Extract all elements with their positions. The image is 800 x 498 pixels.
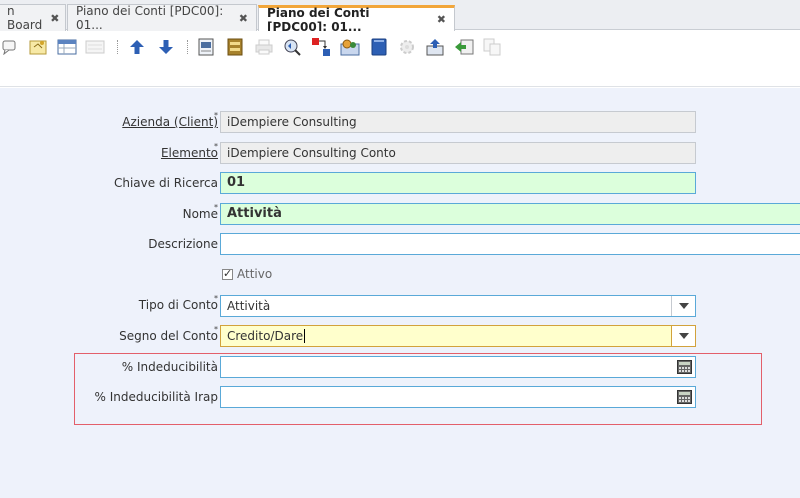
calculator-icon[interactable]: [677, 390, 692, 404]
report-icon[interactable]: [196, 38, 216, 56]
active-checkbox-row[interactable]: Attivo: [222, 267, 272, 281]
up-arrow-icon[interactable]: [127, 38, 147, 56]
note-icon[interactable]: [28, 38, 48, 56]
account-type-value: Attività: [227, 299, 271, 313]
account-sign-select[interactable]: Credito/Dare: [220, 325, 696, 347]
search-key-label: Chiave di Ricerca: [113, 176, 218, 190]
print-icon: [254, 38, 274, 56]
close-icon[interactable]: ✖: [50, 12, 59, 25]
import-icon[interactable]: [454, 38, 474, 56]
account-type-select[interactable]: Attività: [220, 295, 696, 317]
copy-icon: [482, 38, 502, 56]
chat-icon[interactable]: [0, 38, 20, 56]
tab-label: Piano dei Conti [PDC00]: 01...: [76, 4, 224, 32]
account-sign-label: Segno del Conto: [119, 329, 218, 343]
toolbar-separator: [187, 40, 188, 54]
multi-row-icon: [85, 38, 105, 56]
calculator-icon[interactable]: [677, 360, 692, 374]
description-field[interactable]: [220, 233, 800, 255]
nondeductibility-irap-field[interactable]: [220, 386, 696, 408]
down-arrow-icon[interactable]: [156, 38, 176, 56]
chevron-down-icon[interactable]: [671, 296, 695, 316]
required-marker: *: [214, 203, 218, 212]
chevron-down-icon[interactable]: [671, 326, 695, 346]
toolbar-separator: [117, 40, 118, 54]
element-label[interactable]: Elemento: [161, 146, 218, 160]
close-icon[interactable]: ✖: [239, 12, 248, 25]
client-label[interactable]: Azienda (Client): [122, 115, 218, 129]
export-icon[interactable]: [425, 38, 445, 56]
description-label: Descrizione: [148, 237, 218, 251]
active-checkbox[interactable]: [222, 267, 233, 280]
nondeductibility-label: % Indeducibilità: [121, 360, 218, 374]
required-marker: *: [214, 294, 218, 303]
account-sign-value: Credito/Dare: [227, 329, 304, 343]
tab-bar: n Board ✖ Piano dei Conti [PDC00]: 01...…: [0, 0, 800, 34]
request-icon[interactable]: [311, 38, 331, 56]
zoom-across-icon[interactable]: [282, 38, 302, 56]
required-marker: *: [214, 142, 218, 151]
tab-label: Piano dei Conti [PDC00]: 01...: [267, 5, 370, 34]
workflow-icon: [397, 38, 417, 56]
name-label: Nome: [182, 207, 218, 221]
required-marker: *: [214, 111, 218, 120]
attachment-icon[interactable]: [369, 38, 389, 56]
tab-label: n Board: [7, 4, 43, 32]
nondeductibility-irap-label: % Indeducibilità Irap: [94, 390, 218, 404]
tab-dashboard[interactable]: n Board ✖: [0, 4, 66, 32]
element-field[interactable]: iDempiere Consulting Conto: [220, 142, 696, 164]
required-marker: *: [214, 325, 218, 334]
search-key-field[interactable]: 01: [220, 172, 696, 194]
archive-icon[interactable]: [225, 38, 245, 56]
record-form: Azienda (Client) * iDempiere Consulting …: [0, 88, 800, 498]
toolbar: [0, 31, 800, 87]
nondeductibility-field[interactable]: [220, 356, 696, 378]
tab-chart-of-accounts-2[interactable]: Piano dei Conti [PDC00]: 01... ✖: [258, 5, 455, 34]
name-field[interactable]: Attività: [220, 203, 800, 225]
active-label: Attivo: [237, 267, 273, 281]
text-cursor: [304, 329, 306, 343]
close-icon[interactable]: ✖: [437, 13, 446, 26]
product-info-icon[interactable]: [340, 38, 360, 56]
account-type-label: Tipo di Conto: [138, 298, 218, 312]
grid-toggle-icon[interactable]: [57, 38, 77, 56]
client-field[interactable]: iDempiere Consulting: [220, 111, 696, 133]
tab-chart-of-accounts-1[interactable]: Piano dei Conti [PDC00]: 01... ✖: [67, 4, 257, 32]
